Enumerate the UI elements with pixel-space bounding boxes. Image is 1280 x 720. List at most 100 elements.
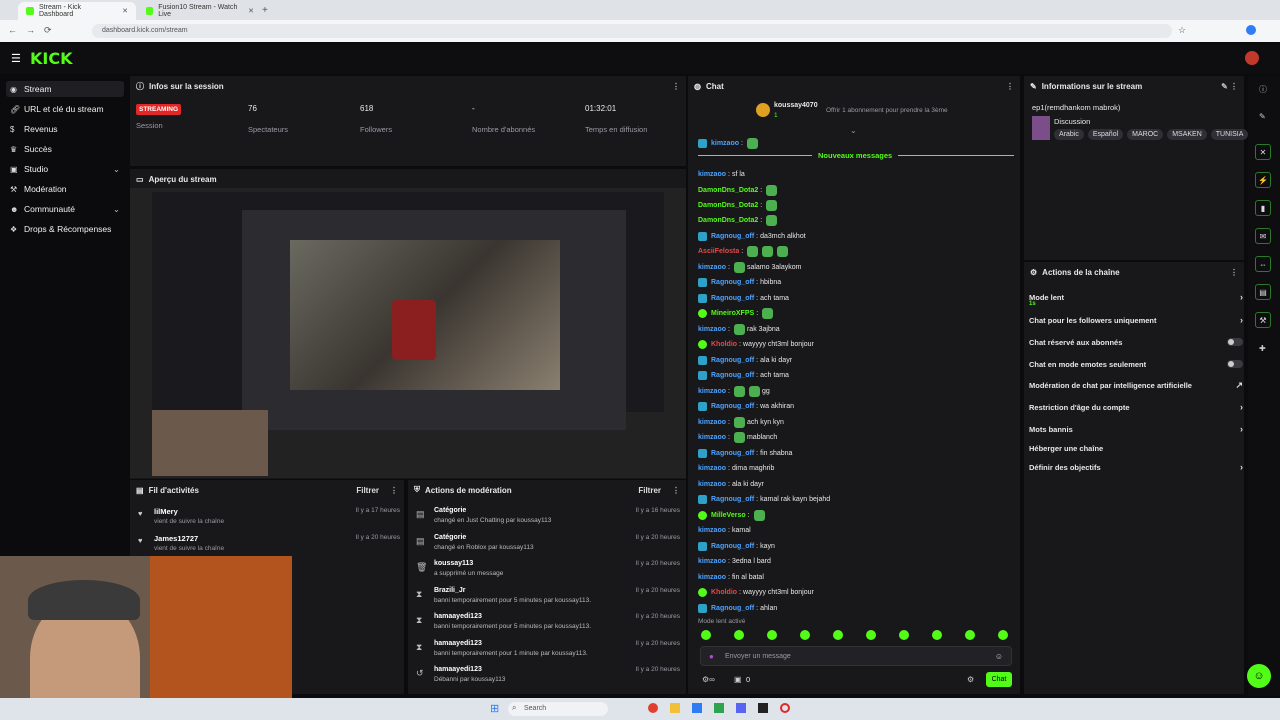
info-icon[interactable]: ⓘ bbox=[1259, 84, 1267, 95]
chat-input[interactable]: ● Envoyer un message ☺ bbox=[700, 646, 1012, 666]
chat-username[interactable]: AsciiFelosta bbox=[698, 248, 739, 255]
opera-icon[interactable] bbox=[780, 703, 790, 713]
chat-username[interactable]: kimzaoo bbox=[698, 465, 726, 472]
chat-username[interactable]: MilleVerso bbox=[711, 512, 746, 519]
chat-username[interactable]: kimzaoo bbox=[698, 434, 726, 441]
toggle-switch[interactable] bbox=[1227, 338, 1243, 346]
chat-username[interactable]: DamonDns_Dota2 bbox=[698, 187, 758, 194]
chat-username[interactable]: DamonDns_Dota2 bbox=[698, 217, 758, 224]
mod-tools-icon[interactable]: ⚙∞ bbox=[702, 675, 715, 684]
chat-username[interactable]: kimzaoo bbox=[711, 140, 739, 147]
quick-emote-icon[interactable] bbox=[866, 630, 876, 640]
moderation-subject[interactable]: Brazili_Jr bbox=[434, 587, 466, 594]
tag-chip[interactable]: TUNISIA bbox=[1210, 129, 1249, 140]
edit-icon[interactable]: ✎ bbox=[1259, 112, 1266, 121]
more-options-icon[interactable]: ⋮ bbox=[390, 486, 398, 495]
moderation-subject[interactable]: hamaayedi123 bbox=[434, 666, 482, 673]
rail-shortcut-2-icon[interactable]: ⚡ bbox=[1255, 172, 1271, 188]
quick-emote-icon[interactable] bbox=[932, 630, 942, 640]
close-tab-icon[interactable]: ✕ bbox=[122, 7, 128, 15]
activity-user[interactable]: lilMery bbox=[154, 507, 178, 516]
action-emotes-only[interactable]: Chat en mode emotes seulement bbox=[1029, 356, 1243, 372]
quick-emote-icon[interactable] bbox=[965, 630, 975, 640]
more-options-icon[interactable]: ⋮ bbox=[1230, 268, 1238, 277]
reload-icon[interactable]: ⟳ bbox=[44, 25, 52, 36]
chat-username[interactable]: kimzaoo bbox=[698, 171, 726, 178]
close-tab-icon[interactable]: ✕ bbox=[248, 7, 254, 15]
quick-emote-icon[interactable] bbox=[833, 630, 843, 640]
chat-username[interactable]: kimzaoo bbox=[698, 481, 726, 488]
chat-username[interactable]: Kholdio bbox=[711, 589, 737, 596]
more-options-icon[interactable]: ⋮ bbox=[1006, 82, 1014, 91]
user-avatar[interactable] bbox=[1245, 51, 1259, 65]
moderation-subject[interactable]: hamaayedi123 bbox=[434, 613, 482, 620]
filter-button[interactable]: Filtrer bbox=[356, 486, 379, 495]
rail-shortcut-7-icon[interactable]: ⚒ bbox=[1255, 312, 1271, 328]
windows-start-icon[interactable]: ⊞ bbox=[490, 702, 499, 715]
help-chat-icon[interactable]: ☺ bbox=[1247, 664, 1271, 688]
action-age-restriction[interactable]: Restriction d'âge du compte › bbox=[1029, 399, 1243, 415]
action-ai-moderation[interactable]: Modération de chat par intelligence arti… bbox=[1029, 377, 1243, 393]
chat-username[interactable]: DamonDns_Dota2 bbox=[698, 202, 758, 209]
sidebar-item-revenus[interactable]: $ Revenus bbox=[6, 121, 124, 137]
forward-icon[interactable]: → bbox=[26, 25, 35, 35]
edit-icon[interactable]: ✎ ⋮ bbox=[1221, 82, 1238, 91]
stream-preview-video[interactable] bbox=[130, 188, 686, 478]
tag-chip[interactable]: MAROC bbox=[1127, 129, 1164, 140]
app-icon[interactable] bbox=[714, 703, 724, 713]
rail-shortcut-1-icon[interactable]: ✕ bbox=[1255, 144, 1271, 160]
send-chat-button[interactable]: Chat bbox=[986, 672, 1012, 687]
moderation-subject[interactable]: Catégorie bbox=[434, 534, 466, 541]
chat-username[interactable]: kimzaoo bbox=[698, 326, 726, 333]
chat-username[interactable]: kimzaoo bbox=[698, 388, 726, 395]
tag-chip[interactable]: Español bbox=[1087, 129, 1124, 140]
sidebar-item-studio[interactable]: ▣ Studio ⌄ bbox=[6, 161, 124, 177]
quick-emote-icon[interactable] bbox=[767, 630, 777, 640]
activity-user[interactable]: James12727 bbox=[154, 534, 198, 543]
pinned-user[interactable]: koussay4070 bbox=[774, 102, 818, 109]
action-banned-words[interactable]: Mots bannis › bbox=[1029, 421, 1243, 437]
bookmark-star-icon[interactable]: ☆ bbox=[1178, 25, 1186, 36]
new-tab-icon[interactable]: + bbox=[262, 5, 268, 16]
moderation-subject[interactable]: hamaayedi123 bbox=[434, 640, 482, 647]
chat-username[interactable]: Ragnoug_off bbox=[711, 295, 754, 302]
sidebar-item-communaute[interactable]: ☻ Communauté ⌄ bbox=[6, 201, 124, 217]
chat-username[interactable]: kimzaoo bbox=[698, 527, 726, 534]
more-options-icon[interactable]: ⋮ bbox=[672, 486, 680, 495]
file-explorer-icon[interactable] bbox=[670, 703, 680, 713]
rail-shortcut-6-icon[interactable]: ▤ bbox=[1255, 284, 1271, 300]
menu-icon[interactable]: ☰ bbox=[11, 52, 21, 65]
quick-emote-icon[interactable] bbox=[800, 630, 810, 640]
kick-logo[interactable]: KICK bbox=[30, 49, 73, 68]
quick-emote-icon[interactable] bbox=[701, 630, 711, 640]
sidebar-item-moderation[interactable]: ⚒ Modération bbox=[6, 181, 124, 197]
taskbar-search[interactable]: Search bbox=[508, 702, 608, 716]
chat-username[interactable]: Ragnoug_off bbox=[711, 543, 754, 550]
discord-icon[interactable] bbox=[736, 703, 746, 713]
chat-username[interactable]: Ragnoug_off bbox=[711, 279, 754, 286]
store-icon[interactable] bbox=[692, 703, 702, 713]
browser-tab-dashboard[interactable]: Stream - Kick Dashboard ✕ bbox=[18, 2, 136, 20]
filter-button[interactable]: Filtrer bbox=[638, 486, 661, 495]
rail-shortcut-3-icon[interactable]: ▮ bbox=[1255, 200, 1271, 216]
quick-emote-icon[interactable] bbox=[899, 630, 909, 640]
url-field[interactable]: dashboard.kick.com/stream bbox=[92, 24, 1172, 38]
kick-app-icon[interactable] bbox=[758, 703, 768, 713]
chat-username[interactable]: Ragnoug_off bbox=[711, 403, 754, 410]
chat-username[interactable]: kimzaoo bbox=[698, 264, 726, 271]
more-options-icon[interactable]: ⋮ bbox=[672, 82, 680, 91]
tag-chip[interactable]: MSAKEN bbox=[1167, 129, 1207, 140]
emoji-icon[interactable]: ☺ bbox=[995, 652, 1003, 661]
chat-username[interactable]: Ragnoug_off bbox=[711, 496, 754, 503]
quick-emote-icon[interactable] bbox=[998, 630, 1008, 640]
action-set-goals[interactable]: Définir des objectifs › bbox=[1029, 459, 1243, 475]
action-slow-mode[interactable]: Mode lent 1s › bbox=[1029, 289, 1243, 307]
toggle-switch[interactable] bbox=[1227, 360, 1243, 368]
rail-shortcut-4-icon[interactable]: ✉ bbox=[1255, 228, 1271, 244]
category-name[interactable]: Discussion bbox=[1054, 117, 1090, 126]
collapse-chevron-icon[interactable]: ⌄ bbox=[850, 126, 857, 135]
sidebar-item-drops[interactable]: ❖ Drops & Récompenses bbox=[6, 221, 124, 237]
chat-username[interactable]: Ragnoug_off bbox=[711, 233, 754, 240]
sidebar-item-url[interactable]: 🔗︎ URL et clé du stream bbox=[6, 101, 124, 117]
chat-username[interactable]: kimzaoo bbox=[698, 574, 726, 581]
